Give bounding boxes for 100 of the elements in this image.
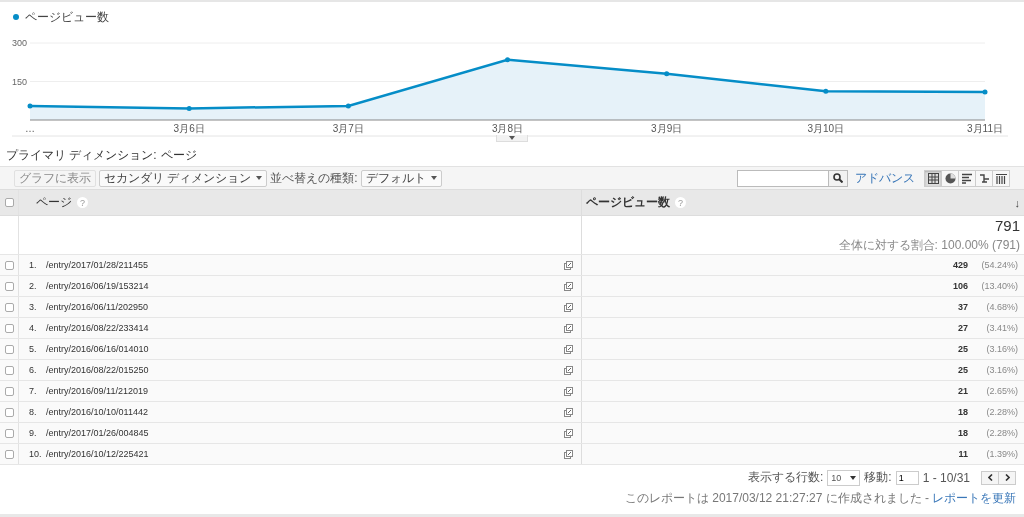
page-link[interactable]: /entry/2016/10/10/011442 bbox=[46, 407, 148, 417]
next-page-button[interactable] bbox=[998, 470, 1016, 485]
pageview-count: 25 bbox=[958, 365, 968, 375]
page-link[interactable]: /entry/2017/01/28/211455 bbox=[46, 260, 148, 270]
external-link-icon[interactable] bbox=[564, 281, 573, 291]
view-toggle-button[interactable] bbox=[941, 169, 959, 187]
x-tick-label: 3月7日 bbox=[332, 123, 364, 134]
comparison-icon bbox=[978, 172, 990, 184]
secondary-dimension-dropdown[interactable]: セカンダリ ディメンション bbox=[99, 169, 268, 187]
row-index: 9. bbox=[29, 428, 38, 438]
page-link[interactable]: /entry/2016/06/19/153214 bbox=[46, 281, 149, 291]
view-toggle-button[interactable] bbox=[992, 169, 1010, 187]
data-point bbox=[505, 57, 510, 63]
x-tick-label: 3月6日 bbox=[173, 123, 205, 134]
pageview-share: (13.40%) bbox=[980, 281, 1018, 291]
external-link-icon[interactable] bbox=[564, 449, 573, 459]
rows-dropdown[interactable]: 10 bbox=[827, 469, 861, 486]
page-link[interactable]: /entry/2016/06/11/202950 bbox=[46, 302, 148, 312]
chevron-left-icon bbox=[987, 474, 993, 481]
page-link[interactable]: /entry/2016/06/16/014010 bbox=[46, 344, 149, 354]
grid-icon bbox=[927, 172, 939, 184]
pageview-share: (54.24%) bbox=[980, 260, 1018, 270]
external-link-icon[interactable] bbox=[564, 365, 573, 375]
page-link[interactable]: /entry/2017/01/26/004845 bbox=[46, 428, 149, 438]
pageview-share: (1.39%) bbox=[985, 449, 1018, 459]
caret-icon bbox=[850, 475, 857, 480]
pageview-count: 25 bbox=[958, 344, 968, 354]
data-point bbox=[345, 103, 351, 109]
page-range: 1 - 10/31 bbox=[922, 470, 970, 485]
row-checkbox[interactable] bbox=[4, 428, 14, 438]
external-link-icon[interactable] bbox=[564, 428, 573, 438]
x-tick-label: 3月11日 bbox=[967, 123, 1003, 134]
chevron-right-icon bbox=[1004, 474, 1010, 481]
sort-dropdown[interactable]: デフォルト bbox=[360, 169, 442, 187]
pageview-share: (2.28%) bbox=[985, 407, 1018, 417]
column-header[interactable]: ページビュー数 bbox=[586, 194, 670, 211]
row-checkbox[interactable] bbox=[4, 344, 14, 354]
page-link[interactable]: /entry/2016/09/11/212019 bbox=[46, 386, 148, 396]
data-point bbox=[664, 71, 670, 77]
search-button[interactable] bbox=[828, 169, 848, 187]
external-link-icon[interactable] bbox=[564, 407, 573, 417]
external-link-icon[interactable] bbox=[564, 386, 573, 396]
search-icon bbox=[833, 173, 843, 183]
row-checkbox[interactable] bbox=[4, 302, 14, 312]
view-toggle-button[interactable] bbox=[958, 169, 976, 187]
external-link-icon[interactable] bbox=[564, 260, 573, 270]
column-header[interactable]: ページ bbox=[36, 194, 72, 211]
external-link-icon[interactable] bbox=[564, 302, 573, 312]
primary-dimension-label: プライマリ ディメンション: bbox=[6, 147, 157, 162]
pageview-count: 429 bbox=[952, 260, 968, 270]
sort-arrow[interactable]: ↓ bbox=[1014, 196, 1020, 209]
rows-label: 表示する行数: bbox=[747, 469, 824, 486]
view-toggle-button[interactable] bbox=[924, 169, 942, 187]
primary-dimension-value: ページ bbox=[160, 147, 197, 162]
row-index: 10. bbox=[29, 449, 43, 459]
row-index: 3. bbox=[29, 302, 38, 312]
row-checkbox[interactable] bbox=[4, 260, 14, 270]
external-link-icon[interactable] bbox=[564, 344, 573, 354]
pageview-share: (3.16%) bbox=[985, 344, 1018, 354]
chart-toggle-button[interactable] bbox=[496, 135, 528, 142]
x-tick-label: 3月8日 bbox=[491, 123, 524, 134]
page-link[interactable]: /entry/2016/08/22/015250 bbox=[46, 365, 149, 375]
row-index: 8. bbox=[29, 407, 38, 417]
x-tick-label: 3月9日 bbox=[651, 123, 683, 134]
row-checkbox[interactable] bbox=[4, 323, 14, 333]
search-field[interactable] bbox=[737, 169, 829, 187]
pageview-share: (3.41%) bbox=[985, 323, 1018, 333]
page-link[interactable]: /entry/2016/08/22/233414 bbox=[46, 323, 149, 333]
data-point bbox=[27, 103, 33, 109]
row-index: 4. bbox=[29, 323, 38, 333]
row-checkbox[interactable] bbox=[4, 281, 14, 291]
report-timestamp: このレポートは 2017/03/12 21:27:27 に作成されました - bbox=[624, 490, 929, 507]
page-link[interactable]: /entry/2016/10/12/225421 bbox=[46, 449, 149, 459]
pageview-share: (4.68%) bbox=[985, 302, 1018, 312]
y-tick-label: 150 bbox=[11, 76, 27, 87]
row-checkbox[interactable] bbox=[4, 386, 14, 396]
pageview-count: 18 bbox=[958, 407, 968, 417]
pageview-count: 21 bbox=[958, 386, 968, 396]
advanced-link[interactable]: アドバンス bbox=[855, 169, 915, 187]
row-index: 2. bbox=[29, 281, 38, 291]
total-share: 全体に対する割合: 100.00% (791) bbox=[838, 236, 1020, 254]
row-index: 7. bbox=[29, 386, 38, 396]
row-checkbox[interactable] bbox=[4, 365, 14, 375]
goto-input[interactable]: 1 bbox=[895, 470, 919, 485]
row-checkbox[interactable] bbox=[4, 407, 14, 417]
view-toggle-button[interactable] bbox=[975, 169, 993, 187]
data-point bbox=[982, 89, 988, 95]
previous-page-button[interactable] bbox=[981, 470, 999, 485]
y-tick-label: 300 bbox=[11, 38, 27, 48]
row-checkbox[interactable] bbox=[4, 449, 14, 459]
select-all-checkbox[interactable] bbox=[4, 198, 14, 207]
pageview-count: 106 bbox=[952, 281, 968, 291]
external-link-icon[interactable] bbox=[564, 323, 573, 333]
refresh-report-link[interactable]: レポートを更新 bbox=[932, 490, 1016, 507]
pageview-count: 11 bbox=[958, 449, 968, 459]
data-point bbox=[186, 105, 192, 111]
pageview-share: (2.28%) bbox=[985, 428, 1018, 438]
data-point bbox=[823, 88, 829, 94]
sort-label: 並べ替えの種類: bbox=[270, 169, 358, 187]
x-tick-label: … bbox=[25, 123, 35, 134]
